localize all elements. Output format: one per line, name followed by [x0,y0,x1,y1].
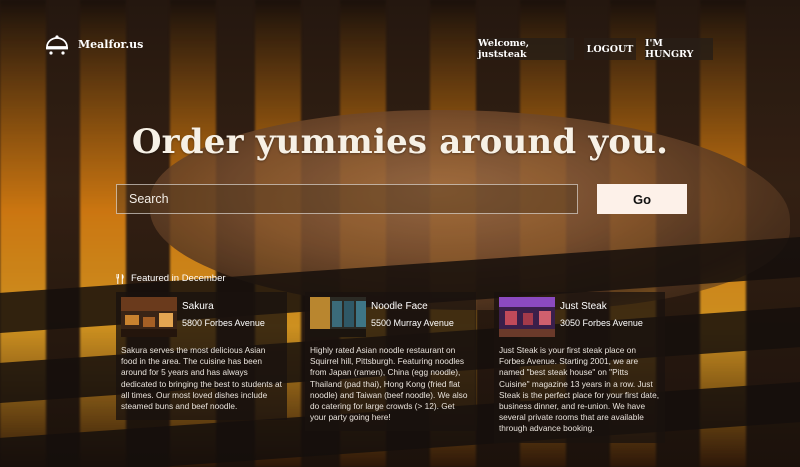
restaurant-photo [310,297,366,337]
featured-label: Featured in December [131,273,226,284]
restaurant-name[interactable]: Noodle Face [371,301,454,312]
restaurant-photo [121,297,177,337]
brand-logo[interactable]: Mealfor.us [44,32,143,56]
im-hungry-button[interactable]: I'M HUNGRY [645,38,713,60]
featured-heading: Featured in December [116,273,226,284]
restaurant-description: Just Steak is your first steak place on … [499,345,660,434]
restaurant-address: 3050 Forbes Avenue [560,318,643,328]
logout-button[interactable]: LOGOUT [584,38,636,60]
welcome-user-button[interactable]: Welcome, juststeak [478,38,574,60]
restaurant-card-sakura[interactable]: Sakura 5800 Forbes Avenue Sakura serves … [116,292,287,421]
restaurant-address: 5800 Forbes Avenue [182,318,265,328]
restaurant-card-noodle-face[interactable]: Noodle Face 5500 Murray Avenue Highly ra… [305,292,476,432]
restaurant-name[interactable]: Just Steak [560,301,643,312]
restaurant-name[interactable]: Sakura [182,301,265,312]
search-input[interactable] [116,184,578,214]
restaurant-photo [499,297,555,337]
restaurant-description: Sakura serves the most delicious Asian f… [121,345,282,412]
cloche-icon [46,35,68,55]
fork-knife-icon [116,273,124,284]
restaurant-card-just-steak[interactable]: Just Steak 3050 Forbes Avenue Just Steak… [494,292,665,443]
restaurant-address: 5500 Murray Avenue [371,318,454,328]
brand-name: Mealfor.us [78,37,144,51]
restaurant-description: Highly rated Asian noodle restaurant on … [310,345,468,423]
hero-headline: Order yummies around you. [131,122,669,162]
go-button[interactable]: Go [597,184,687,214]
